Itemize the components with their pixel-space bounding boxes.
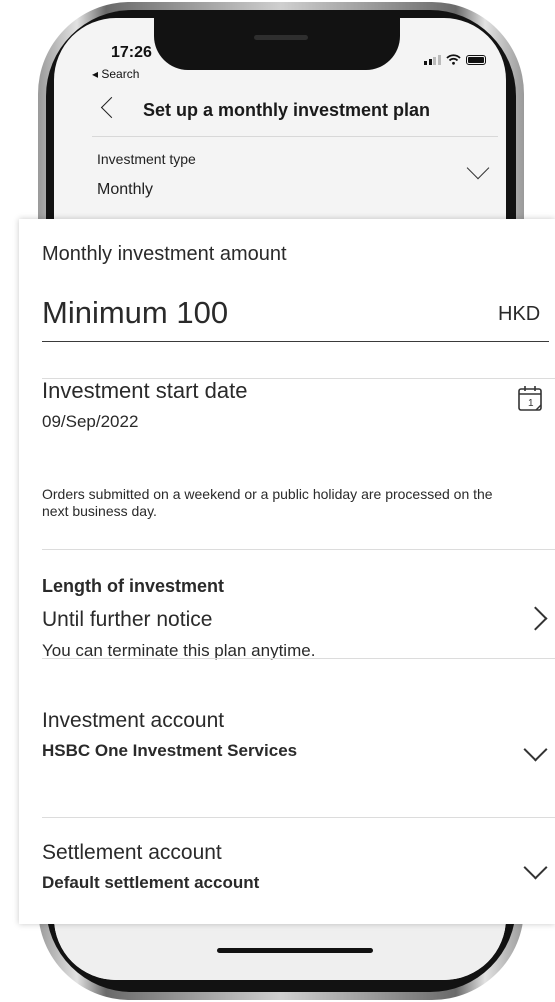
status-back-to-search[interactable]: ◂ Search <box>92 67 139 81</box>
home-indicator[interactable] <box>217 948 373 953</box>
currency-label: HKD <box>498 303 541 325</box>
settlement-account-label: Settlement account <box>42 841 222 864</box>
start-date-value[interactable]: 09/Sep/2022 <box>42 412 138 432</box>
investment-account-label: Investment account <box>42 709 225 732</box>
page-title: Set up a monthly investment plan <box>143 100 431 120</box>
signal-icon <box>424 55 441 65</box>
status-icons <box>424 54 486 65</box>
start-date-note: Orders submitted on a weekend or a publi… <box>42 486 493 519</box>
start-date-label: Investment start date <box>42 378 248 403</box>
svg-text:1: 1 <box>528 398 534 409</box>
divider <box>42 658 555 659</box>
divider <box>42 549 555 550</box>
wifi-icon <box>445 54 461 65</box>
notch <box>154 18 400 70</box>
settlement-account-value[interactable]: Default settlement account <box>42 873 259 893</box>
divider <box>42 817 555 818</box>
calendar-icon[interactable]: 1 <box>518 385 543 412</box>
settlement-account-chevron-down-icon[interactable] <box>523 855 548 880</box>
length-label: Length of investment <box>42 576 225 596</box>
length-value[interactable]: Until further notice <box>42 608 212 632</box>
status-time: 17:26 <box>111 44 152 61</box>
amount-label: Monthly investment amount <box>42 243 287 265</box>
investment-form-card: Monthly investment amount HKD Investment… <box>19 219 555 924</box>
length-chevron-right-icon[interactable] <box>523 606 548 631</box>
investment-type-value[interactable]: Monthly <box>97 181 153 199</box>
investment-type-label: Investment type <box>97 151 196 167</box>
investment-account-chevron-down-icon[interactable] <box>523 737 548 762</box>
investment-account-value[interactable]: HSBC One Investment Services <box>42 741 297 761</box>
amount-input[interactable] <box>42 295 522 331</box>
amount-underline <box>42 341 549 342</box>
speaker-grille <box>254 35 308 40</box>
header-divider <box>92 136 498 137</box>
battery-icon <box>465 55 486 65</box>
